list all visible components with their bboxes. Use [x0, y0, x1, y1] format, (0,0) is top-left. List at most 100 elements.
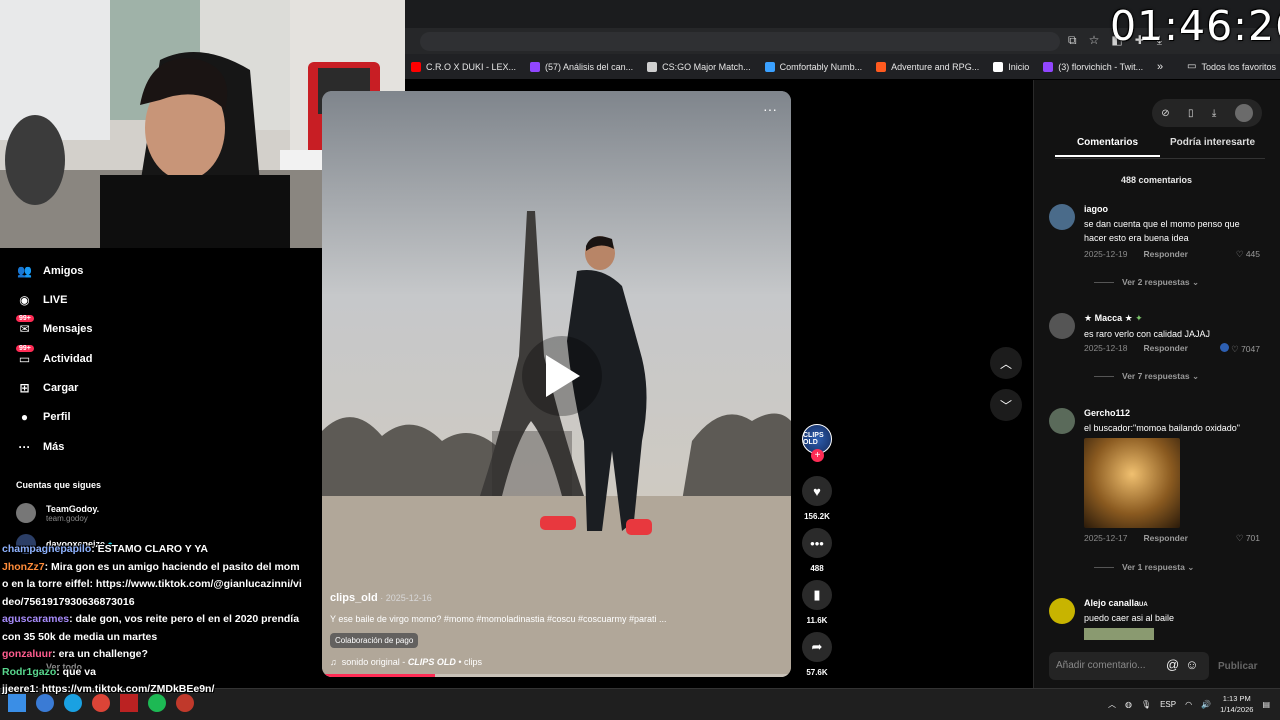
sidebar-item-mensajes[interactable]: ✉ Mensajes — [16, 320, 92, 337]
bookmarks-more-icon[interactable]: » — [1157, 61, 1163, 73]
more-icon: ··· — [18, 439, 31, 454]
chat-username[interactable]: gonzaluur — [2, 648, 52, 660]
taskbar-clock[interactable]: 1:13 PM 1/14/2026 — [1220, 693, 1253, 715]
chevron-up-icon[interactable]: ︿ — [1108, 699, 1116, 710]
comment-input-icons: @ ☺ — [1166, 657, 1198, 672]
chat-username[interactable]: jjeere1 — [2, 683, 35, 695]
address-bar[interactable] — [420, 32, 1060, 51]
sidebar-item-live[interactable]: ◉ LIVE — [16, 291, 67, 308]
wifi-icon[interactable]: ◠ — [1185, 700, 1192, 709]
view-replies-button[interactable]: Ver 7 respuestas ⌄ — [1094, 371, 1199, 382]
bookmarks-all-folder[interactable]: ▭ Todos los favoritos — [1187, 61, 1276, 72]
chat-username[interactable]: Rodr1gazo — [2, 666, 56, 678]
play-button[interactable] — [522, 336, 602, 416]
upload-icon: ⊞ — [19, 380, 30, 395]
next-video-button[interactable]: ﹀ — [990, 389, 1022, 421]
follow-plus-icon[interactable]: + — [811, 449, 824, 462]
tab-comments[interactable]: Comentarios — [1055, 137, 1160, 157]
avatar — [16, 503, 36, 523]
comment-action[interactable]: ••• 488 — [801, 528, 833, 573]
notification-icon[interactable]: ▤ — [1262, 700, 1270, 709]
comment-user-name: ★ Macca ★ — [1084, 313, 1136, 323]
comment-text: puedo caer asi al baile — [1084, 613, 1175, 623]
folder-icon: ▭ — [1187, 61, 1197, 72]
sidebar-item-label: Cargar — [43, 381, 79, 394]
cast-icon[interactable]: ⧉ — [1068, 33, 1077, 48]
sidebar-item-actividad[interactable]: ▭ Actividad — [16, 350, 93, 367]
favicon-icon — [411, 61, 421, 72]
reply-button[interactable]: Responder — [1143, 533, 1187, 543]
chat-username[interactable]: champagnepapilo — [2, 543, 91, 555]
video-progress-bar[interactable] — [322, 674, 791, 677]
following-handle: team.godoy — [46, 513, 88, 523]
star-icon[interactable]: ☆ — [1089, 33, 1100, 48]
publish-button[interactable]: Publicar — [1218, 661, 1257, 672]
sidebar-item-label: LIVE — [43, 293, 68, 306]
bookmark-item[interactable]: Inicio — [993, 61, 1029, 72]
language-indicator[interactable]: ESP — [1160, 700, 1176, 709]
mention-icon[interactable]: @ — [1166, 657, 1179, 672]
view-replies-button[interactable]: Ver 1 respuesta ⌄ — [1094, 562, 1194, 573]
bookmark-item[interactable]: Adventure and RPG... — [876, 61, 979, 72]
chevron-down-icon: ﹀ — [999, 398, 1012, 413]
previous-video-button[interactable]: ︿ — [990, 347, 1022, 379]
action-count: 488 — [810, 564, 824, 573]
comment-like[interactable]: ♡ 7047 — [1219, 343, 1260, 355]
bookmark-item[interactable]: Comfortably Numb... — [764, 61, 862, 72]
comment-date: 2025-12-19 — [1084, 249, 1128, 259]
sound-link[interactable]: ♫ sonido original - CLIPS OLD • clips — [330, 657, 770, 667]
chat-username[interactable]: JhonZz7 — [2, 561, 45, 573]
comment-user[interactable]: ★ Macca ★ ✦ — [1084, 313, 1264, 324]
sidebar-item-label: Perfil — [43, 410, 71, 423]
following-account[interactable]: TeamGodoy. team.godoy — [16, 503, 99, 523]
bookmark-item[interactable]: CS:GO Major Match... — [647, 61, 751, 72]
bookmark-label: C.R.O X DUKI - LEX... — [426, 61, 517, 72]
bookmark-item[interactable]: (3) florvichich - Twit... — [1043, 61, 1143, 72]
sidebar-item-perfil[interactable]: ● Perfil — [16, 408, 71, 425]
chat-text: : ESTAMO CLARO Y YA — [91, 543, 208, 555]
comment-like[interactable]: ♡ 701 — [1236, 533, 1260, 544]
comment-user[interactable]: iagoo — [1084, 204, 1264, 214]
avatar[interactable] — [1049, 313, 1075, 339]
comment-image[interactable] — [1084, 628, 1154, 640]
avatar[interactable] — [1049, 204, 1075, 230]
comment-user[interactable]: Gercho112 — [1084, 408, 1264, 418]
bookmark-item[interactable]: C.R.O X DUKI - LEX... — [411, 61, 517, 72]
phone-icon[interactable]: ▯ — [1188, 108, 1194, 119]
microphone-icon[interactable]: 🎙 — [1141, 700, 1151, 709]
sidebar-item-cargar[interactable]: ⊞ Cargar — [16, 379, 78, 396]
view-replies-button[interactable]: Ver 2 respuestas ⌄ — [1094, 277, 1199, 288]
steam-icon[interactable]: ◍ — [1125, 700, 1132, 709]
sidebar-item-más[interactable]: ··· Más — [16, 438, 65, 455]
video-more-icon[interactable]: ··· — [763, 101, 777, 117]
heart-action[interactable]: ♥ 156.2K — [801, 476, 833, 521]
speaker-icon[interactable]: 🔊 — [1201, 700, 1211, 709]
comment-user[interactable]: Alejo canallaUA — [1084, 598, 1264, 608]
video-author[interactable]: clips_old — [330, 592, 378, 604]
video-player[interactable]: ··· clips_old · 2025-12-16 Y ese baile d… — [322, 91, 791, 677]
sidebar-item-amigos[interactable]: 👥 Amigos — [16, 262, 83, 279]
video-description[interactable]: Y ese baile de virgo momo? #momo #momola… — [330, 614, 770, 624]
sidebar-item-label: Actividad — [43, 352, 93, 365]
bookmark-action[interactable]: ▮ 11.6K — [801, 580, 833, 625]
tab-you-may-like[interactable]: Podría interesarte — [1160, 137, 1265, 157]
country-flag: UA — [1139, 602, 1148, 608]
comment-like[interactable]: ♡ 445 — [1236, 249, 1260, 260]
download-icon[interactable]: ⤓ — [1212, 108, 1216, 119]
bookmark-item[interactable]: (57) Análisis del can... — [530, 61, 633, 72]
chat-text: : https://vm.tiktok.com/ZMDkBEe9n/ — [35, 683, 215, 695]
reply-button[interactable]: Responder — [1143, 249, 1187, 259]
share-icon: ➦ — [802, 632, 832, 662]
chat-username[interactable]: aguscarames — [2, 613, 69, 625]
comment-text: se dan cuenta que el momo penso que hace… — [1084, 219, 1240, 243]
comment-image[interactable] — [1084, 438, 1180, 528]
emoji-icon[interactable]: ☺ — [1185, 657, 1198, 672]
avatar[interactable] — [1234, 104, 1253, 122]
compass-icon[interactable]: ⊘ — [1161, 108, 1169, 119]
avatar[interactable] — [1049, 598, 1075, 624]
share-action[interactable]: ➦ 57.6K — [801, 632, 833, 677]
comment-text: es raro verlo con calidad JAJAJ — [1084, 329, 1211, 339]
reply-button[interactable]: Responder — [1143, 343, 1187, 353]
avatar[interactable] — [1049, 408, 1075, 434]
paid-partnership-tag: Colaboración de pago — [330, 633, 419, 648]
